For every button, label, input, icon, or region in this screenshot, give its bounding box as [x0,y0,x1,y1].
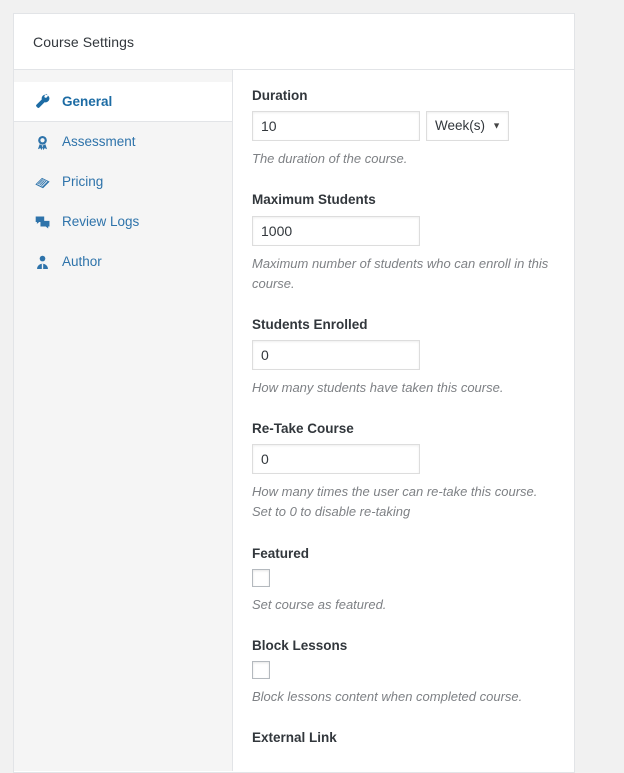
page-title: Course Settings [33,33,135,50]
course-settings-panel: Course Settings General Assessment Prici… [13,13,575,773]
field-retake-course: Re-Take Course How many times the user c… [252,421,552,522]
duration-unit-select[interactable]: Week(s) ▼ [426,111,509,142]
maximum-students-input[interactable] [252,215,420,246]
sidebar-item-general[interactable]: General [14,82,232,122]
block-lessons-description: Block lessons content when completed cou… [252,689,523,705]
external-link-label: External Link [252,730,337,746]
settings-content: Duration Week(s) ▼ The duration of the c… [233,70,574,771]
field-block-lessons: Block Lessons Block lessons content when… [252,638,552,707]
maximum-students-label: Maximum Students [252,192,376,208]
sidebar-item-pricing[interactable]: Pricing [14,162,232,202]
panel-body: General Assessment Pricing Review Logs A… [14,70,574,771]
sidebar-item-author[interactable]: Author [14,242,232,282]
block-lessons-label: Block Lessons [252,637,348,653]
award-icon [33,133,51,151]
sidebar-item-label: General [62,93,113,109]
retake-course-label: Re-Take Course [252,421,354,437]
students-enrolled-label: Students Enrolled [252,316,368,332]
featured-checkbox[interactable] [252,568,270,587]
sidebar-item-label: Review Logs [62,214,140,230]
retake-course-description: How many times the user can re-take this… [252,484,538,520]
field-external-link: External Link [252,730,552,746]
duration-label: Duration [252,88,308,103]
block-lessons-checkbox[interactable] [252,661,270,680]
sidebar-item-label: Pricing [62,174,104,190]
person-icon [33,253,51,271]
field-featured: Featured Set course as featured. [252,546,552,615]
students-enrolled-description: How many students have taken this course… [252,379,504,395]
money-icon [33,173,51,191]
chat-bubbles-icon [33,213,51,231]
field-maximum-students: Maximum Students Maximum number of stude… [252,192,552,293]
sidebar-item-label: Author [62,254,102,270]
field-duration: Duration Week(s) ▼ The duration of the c… [252,88,552,169]
duration-description: The duration of the course. [252,151,408,167]
sidebar-item-label: Assessment [62,134,136,150]
students-enrolled-input[interactable] [252,339,420,370]
duration-row: Week(s) ▼ [252,111,552,142]
maximum-students-description: Maximum number of students who can enrol… [252,255,549,291]
settings-sidebar: General Assessment Pricing Review Logs A… [14,70,233,771]
duration-unit-value: Week(s) [435,118,486,134]
chevron-down-icon: ▼ [492,120,501,131]
wrench-icon [33,93,51,111]
retake-course-input[interactable] [252,444,420,475]
sidebar-item-assessment[interactable]: Assessment [14,122,232,162]
duration-input[interactable] [252,111,420,142]
panel-header: Course Settings [14,14,574,70]
featured-description: Set course as featured. [252,596,387,612]
sidebar-item-review-logs[interactable]: Review Logs [14,202,232,242]
field-students-enrolled: Students Enrolled How many students have… [252,317,552,398]
featured-label: Featured [252,545,310,561]
